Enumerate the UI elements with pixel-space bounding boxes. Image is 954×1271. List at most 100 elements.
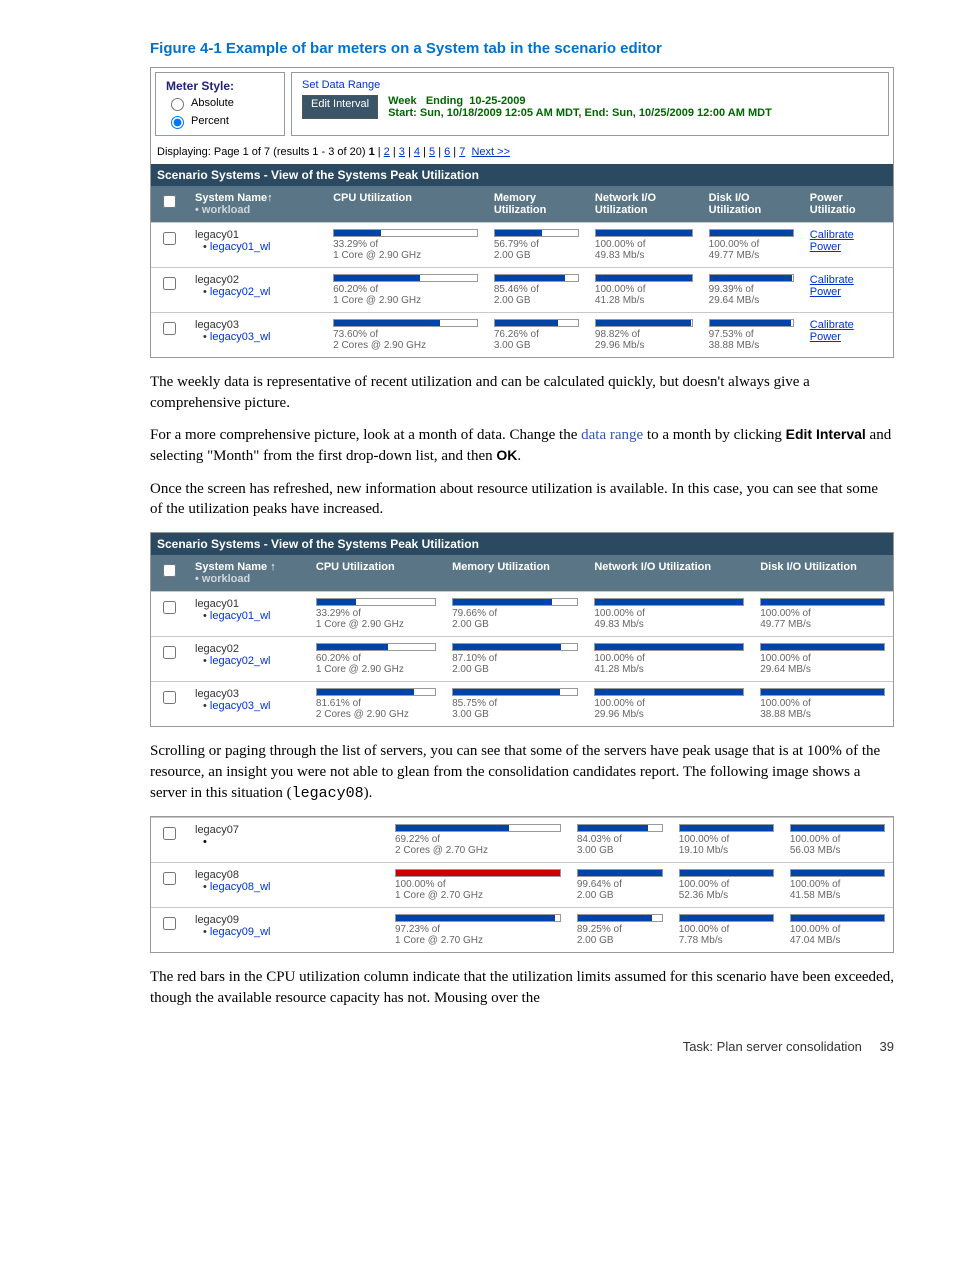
net-value: 100.00% of [594, 653, 744, 664]
net-value: 100.00% of [594, 608, 744, 619]
row-checkbox[interactable] [163, 827, 176, 840]
row-checkbox[interactable] [163, 322, 176, 335]
pager-next[interactable]: Next >> [471, 146, 510, 158]
para-refreshed: Once the screen has refreshed, new infor… [150, 479, 894, 520]
disk-value: 99.39% of [709, 284, 794, 295]
para2b: to a month by clicking [643, 427, 785, 443]
pager-6[interactable]: 6 [444, 146, 450, 158]
cpu-value: 69.22% of [395, 834, 561, 845]
mem-value: 79.66% of [452, 608, 578, 619]
row-checkbox[interactable] [163, 691, 176, 704]
para-month: For a more comprehensive picture, look a… [150, 425, 894, 466]
data-range-panel: Set Data Range Edit Interval Week Ending… [291, 72, 889, 136]
cpu-value: 97.23% of [395, 924, 561, 935]
col-mem[interactable]: Memory Utilization [444, 555, 586, 592]
data-range-link[interactable]: data range [581, 427, 643, 443]
workload-link[interactable]: legacy02_wl [203, 655, 300, 667]
row-checkbox[interactable] [163, 277, 176, 290]
power-link[interactable]: Power [810, 286, 841, 298]
net-value: 100.00% of [595, 239, 693, 250]
cpu-sub: 2 Cores @ 2.70 GHz [395, 845, 561, 856]
select-all-checkbox[interactable] [163, 564, 176, 577]
cpu-value: 60.20% of [333, 284, 478, 295]
set-data-range-link[interactable]: Set Data Range [302, 79, 878, 91]
meter-percent-option[interactable]: Percent [166, 113, 274, 129]
net-value: 100.00% of [595, 284, 693, 295]
radio-percent[interactable] [171, 116, 184, 129]
col-system[interactable]: System Name↑• workload [187, 186, 325, 223]
system-name: legacy03 [195, 688, 300, 700]
disk-sub: 47.04 MB/s [790, 935, 885, 946]
mem-value: 76.26% of [494, 329, 579, 340]
calibrate-link[interactable]: Calibrate [810, 274, 854, 286]
col-cpu[interactable]: CPU Utilization [325, 186, 486, 223]
workload-link[interactable]: legacy09_wl [203, 926, 379, 938]
mem-sub: 3.00 GB [452, 709, 578, 720]
row-checkbox[interactable] [163, 646, 176, 659]
net-value: 100.00% of [594, 698, 744, 709]
para2a: For a more comprehensive picture, look a… [150, 427, 581, 443]
row-checkbox[interactable] [163, 232, 176, 245]
mem-value: 99.64% of [577, 879, 663, 890]
row-checkbox[interactable] [163, 917, 176, 930]
calibrate-link[interactable]: Calibrate [810, 229, 854, 241]
workload-link[interactable]: legacy08_wl [203, 881, 379, 893]
screenshot-100pct: legacy07•69.22% of2 Cores @ 2.70 GHz84.0… [150, 816, 894, 953]
net-value: 100.00% of [679, 879, 774, 890]
col-net[interactable]: Network I/O Utilization [586, 555, 752, 592]
pager-7[interactable]: 7 [459, 146, 465, 158]
table2-banner: Scenario Systems - View of the Systems P… [151, 533, 893, 555]
utilization-table-3: legacy07•69.22% of2 Cores @ 2.70 GHz84.0… [151, 817, 893, 952]
workload-link[interactable]: legacy02_wl [203, 286, 317, 298]
power-link[interactable]: Power [810, 241, 841, 253]
row-checkbox[interactable] [163, 601, 176, 614]
pager-4[interactable]: 4 [414, 146, 420, 158]
mem-sub: 3.00 GB [577, 845, 663, 856]
table-row: legacy01legacy01_wl33.29% of1 Core @ 2.9… [151, 592, 893, 637]
pager-5[interactable]: 5 [429, 146, 435, 158]
disk-value: 100.00% of [760, 653, 885, 664]
net-sub: 7.78 Mb/s [679, 935, 774, 946]
calibrate-link[interactable]: Calibrate [810, 319, 854, 331]
system-name: legacy03 [195, 319, 317, 331]
para4b: ). [364, 785, 373, 801]
edit-interval-bold: Edit Interval [786, 426, 866, 442]
pager-2[interactable]: 2 [384, 146, 390, 158]
col-cpu[interactable]: CPU Utilization [308, 555, 444, 592]
col-disk[interactable]: Disk I/OUtilization [701, 186, 802, 223]
select-all-checkbox[interactable] [163, 195, 176, 208]
edit-interval-button[interactable]: Edit Interval [302, 95, 378, 119]
meter-style-panel: Meter Style: Absolute Percent [155, 72, 285, 136]
power-link[interactable]: Power [810, 331, 841, 343]
disk-value: 100.00% of [709, 239, 794, 250]
mem-value: 89.25% of [577, 924, 663, 935]
workload-link[interactable]: legacy01_wl [203, 241, 317, 253]
table-row: legacy02legacy02_wl60.20% of1 Core @ 2.9… [151, 268, 893, 313]
cpu-value: 33.29% of [316, 608, 436, 619]
net-sub: 41.28 Mb/s [594, 664, 744, 675]
ending-date: 10-25-2009 [469, 95, 525, 107]
system-name: legacy09 [195, 914, 379, 926]
col-check [151, 186, 187, 223]
col-net[interactable]: Network I/OUtilization [587, 186, 701, 223]
meter-absolute-option[interactable]: Absolute [166, 95, 274, 111]
legacy08-mono: legacy08 [292, 785, 364, 802]
mem-sub: 2.00 GB [452, 619, 578, 630]
col-power[interactable]: PowerUtilizatio [802, 186, 893, 223]
col-mem[interactable]: MemoryUtilization [486, 186, 587, 223]
disk-sub: 29.64 MB/s [709, 295, 794, 306]
col-disk[interactable]: Disk I/O Utilization [752, 555, 893, 592]
row-checkbox[interactable] [163, 872, 176, 885]
cpu-sub: 2 Cores @ 2.90 GHz [333, 340, 478, 351]
disk-value: 100.00% of [790, 834, 885, 845]
table-row: legacy03legacy03_wl81.61% of2 Cores @ 2.… [151, 682, 893, 727]
pager-3[interactable]: 3 [399, 146, 405, 158]
radio-absolute[interactable] [171, 98, 184, 111]
screenshot-weekly: Meter Style: Absolute Percent Set Data R… [150, 67, 894, 358]
workload-link[interactable]: legacy03_wl [203, 700, 300, 712]
disk-sub: 49.77 MB/s [709, 250, 794, 261]
workload-link[interactable]: legacy01_wl [203, 610, 300, 622]
workload-link[interactable]: legacy03_wl [203, 331, 317, 343]
col-system[interactable]: System Name ↑• workload [187, 555, 308, 592]
net-sub: 52.36 Mb/s [679, 890, 774, 901]
